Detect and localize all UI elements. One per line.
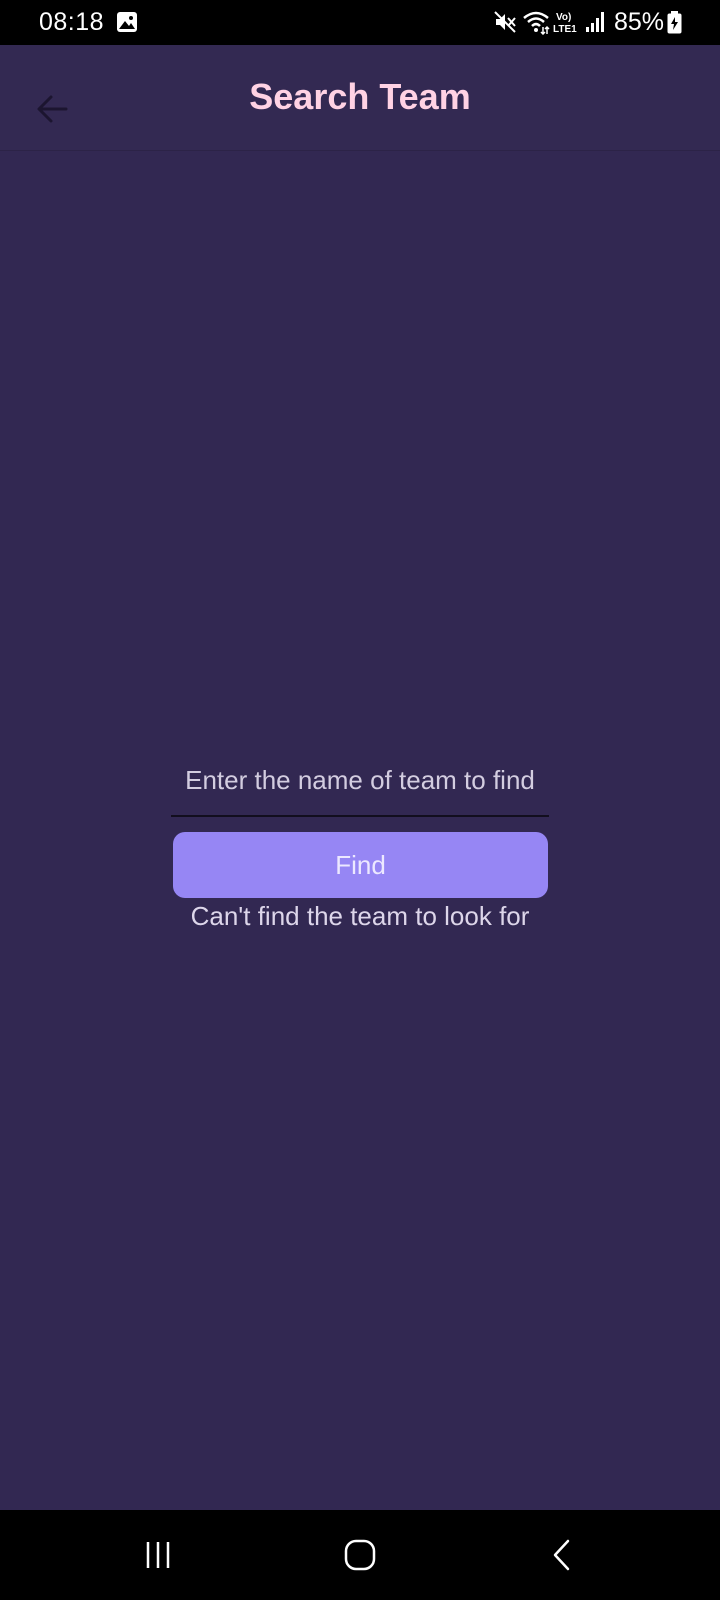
status-bar: 08:18 Vo) LTE1 85%	[0, 0, 720, 45]
team-search-field[interactable]	[171, 745, 549, 817]
status-time: 08:18	[39, 8, 105, 36]
cant-find-team-link[interactable]: Can't find the team to look for	[0, 901, 720, 932]
battery-percentage: 85%	[614, 8, 665, 36]
recents-button[interactable]	[134, 1532, 182, 1578]
find-button[interactable]: Find	[173, 832, 548, 898]
find-button-label: Find	[335, 849, 386, 880]
gallery-icon	[117, 12, 137, 32]
svg-text:Vo): Vo)	[556, 12, 571, 23]
system-nav-bar	[0, 1510, 720, 1600]
back-icon	[553, 1539, 570, 1571]
svg-text:LTE1: LTE1	[553, 24, 577, 35]
page-title: Search Team	[249, 76, 471, 117]
volte-icon: Vo) LTE1	[553, 12, 577, 35]
home-button[interactable]	[336, 1532, 384, 1578]
recents-icon	[146, 1542, 170, 1568]
mute-icon	[494, 11, 516, 33]
app-screen: Search Team Find Can't find the team to …	[0, 45, 720, 1510]
app-bar: Search Team	[0, 45, 720, 151]
team-search-input[interactable]	[171, 745, 549, 815]
home-icon	[344, 1539, 376, 1571]
wifi-icon	[523, 11, 550, 35]
nav-back-button[interactable]	[538, 1532, 586, 1578]
signal-icon	[586, 12, 604, 32]
battery-charging-icon	[667, 11, 682, 34]
